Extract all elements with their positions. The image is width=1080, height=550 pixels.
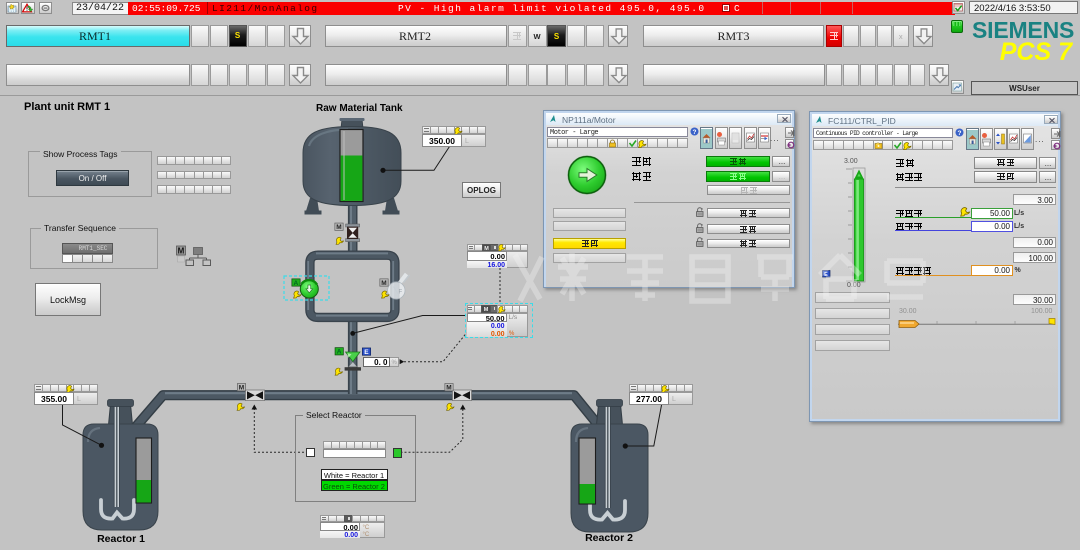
- svg-text:?: ?: [958, 130, 962, 137]
- svg-text:E: E: [824, 272, 828, 278]
- svg-text:?: ?: [693, 129, 697, 136]
- svg-text:M: M: [178, 247, 185, 256]
- svg-text:F: F: [399, 290, 403, 296]
